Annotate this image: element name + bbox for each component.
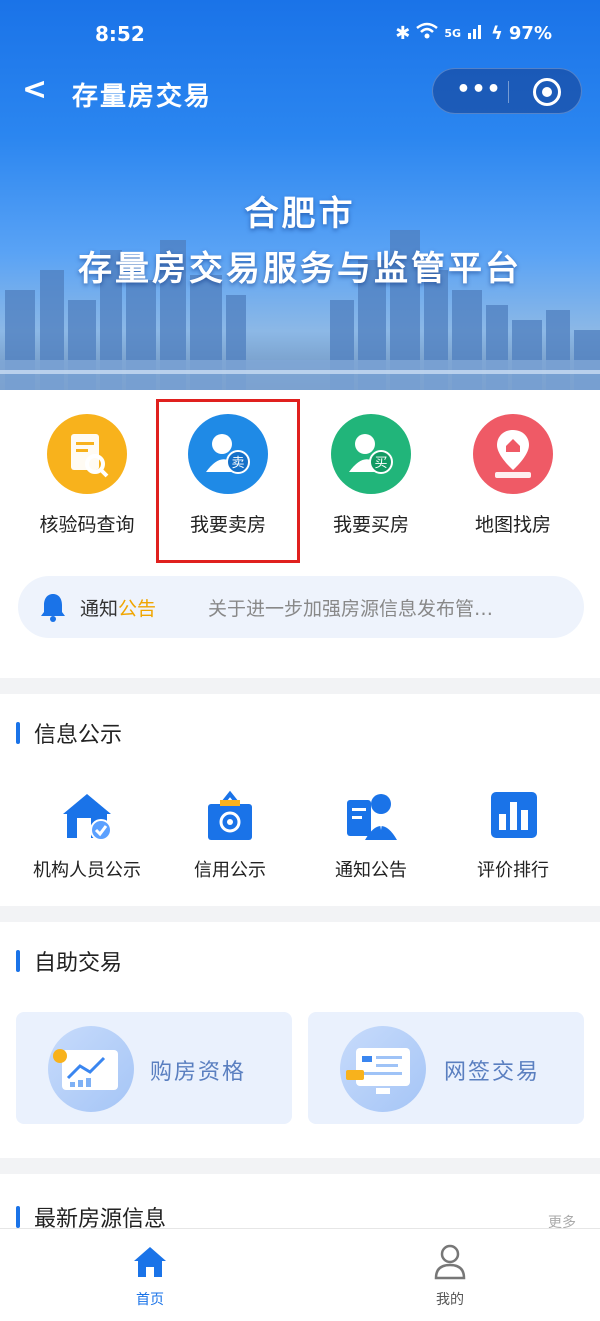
- miniprogram-capsule: •••: [432, 68, 582, 114]
- section-accent-bar: [16, 950, 20, 972]
- map-pin-icon: [473, 414, 553, 494]
- bottom-tab-bar: 首页 我的: [0, 1228, 600, 1321]
- chart-illustration-icon: [48, 1026, 134, 1112]
- more-button[interactable]: •••: [451, 77, 507, 107]
- bell-icon: [38, 591, 68, 627]
- quick-action-label: 我要买房: [332, 514, 409, 536]
- info-item-credit[interactable]: 信用公示: [155, 786, 305, 882]
- contract-illustration-icon: [340, 1026, 426, 1112]
- tab-mine[interactable]: 我的: [410, 1241, 490, 1309]
- quick-action-label: 核验码查询: [39, 514, 135, 536]
- online-signing-card[interactable]: 网签交易: [308, 1012, 584, 1124]
- status-time: 8:52: [95, 22, 145, 46]
- info-item-label: 评价排行: [477, 860, 549, 881]
- section-title: 自助交易: [34, 951, 123, 976]
- info-item-label: 信用公示: [194, 860, 266, 881]
- info-item-agency[interactable]: 机构人员公示: [12, 786, 162, 882]
- highlight-box: [156, 399, 300, 563]
- banner-title: 合肥市 存量房交易服务与监管平台: [0, 186, 600, 290]
- notice-text: 关于进一步加强房源信息发布管…: [208, 598, 494, 620]
- notice-bar[interactable]: 通知公告 关于进一步加强房源信息发布管…: [18, 576, 584, 638]
- buyer-person-icon: 买: [331, 414, 411, 494]
- announcement-icon: [341, 786, 401, 846]
- quick-action-label: 地图找房: [474, 514, 551, 536]
- back-button[interactable]: <: [22, 72, 47, 107]
- notice-title: 通知公告: [80, 598, 157, 620]
- info-item-announcement[interactable]: 通知公告: [296, 786, 446, 882]
- header-banner: 8:52 ✱ 5G ϟ 97% < 存量房交易 ••• 合肥市 存量房交易服务与…: [0, 0, 600, 390]
- signal-icon: 5G: [444, 26, 462, 40]
- quick-action-buy-house[interactable]: 买 我要买房: [296, 414, 446, 537]
- tab-home[interactable]: 首页: [110, 1241, 190, 1309]
- cellular-bars-icon: [467, 22, 485, 45]
- document-search-icon: [47, 414, 127, 494]
- tab-label: 首页: [136, 1292, 164, 1308]
- section-title: 信息公示: [34, 723, 123, 748]
- ranking-icon: [483, 786, 543, 846]
- info-item-ranking[interactable]: 评价排行: [438, 786, 588, 882]
- section-accent-bar: [16, 722, 20, 744]
- latest-listings-section: 最新房源信息 更多: [0, 1174, 600, 1234]
- status-bar: 8:52 ✱ 5G ϟ 97%: [0, 0, 600, 64]
- tab-label: 我的: [436, 1292, 464, 1308]
- navigation-bar: < 存量房交易 •••: [0, 64, 600, 120]
- info-section: 信息公示 机构人员公示 信用公示 通知公告 评价排行: [0, 694, 600, 906]
- home-icon: [134, 1247, 166, 1277]
- card-label: 购房资格: [150, 1060, 247, 1085]
- capsule-divider: [508, 81, 509, 103]
- banner-platform-name: 存量房交易服务与监管平台: [78, 249, 522, 289]
- info-item-label: 机构人员公示: [33, 860, 141, 881]
- bluetooth-icon: ✱: [395, 23, 411, 44]
- purchase-eligibility-card[interactable]: 购房资格: [16, 1012, 292, 1124]
- battery-percent: 97%: [508, 23, 552, 44]
- quick-action-map-search[interactable]: 地图找房: [438, 414, 588, 537]
- self-service-section: 自助交易 购房资格 网签交易: [0, 922, 600, 1158]
- close-miniprogram-button[interactable]: [533, 78, 561, 106]
- banner-city: 合肥市: [244, 194, 356, 234]
- quick-actions-card: 核验码查询 卖 我要卖房 买 我要买房 地图找房 通知公告 关于进一步加强房源信…: [0, 390, 600, 678]
- person-icon: [434, 1244, 466, 1280]
- wifi-icon: [416, 22, 439, 45]
- agency-icon: [57, 786, 117, 846]
- section-accent-bar: [16, 1206, 20, 1228]
- info-item-label: 通知公告: [335, 860, 407, 881]
- credit-icon: [200, 786, 260, 846]
- battery-charging-icon: ϟ: [491, 23, 503, 44]
- quick-action-verify-code[interactable]: 核验码查询: [12, 414, 162, 537]
- svg-text:买: 买: [374, 456, 387, 471]
- card-label: 网签交易: [444, 1060, 541, 1085]
- page-title: 存量房交易: [72, 82, 213, 112]
